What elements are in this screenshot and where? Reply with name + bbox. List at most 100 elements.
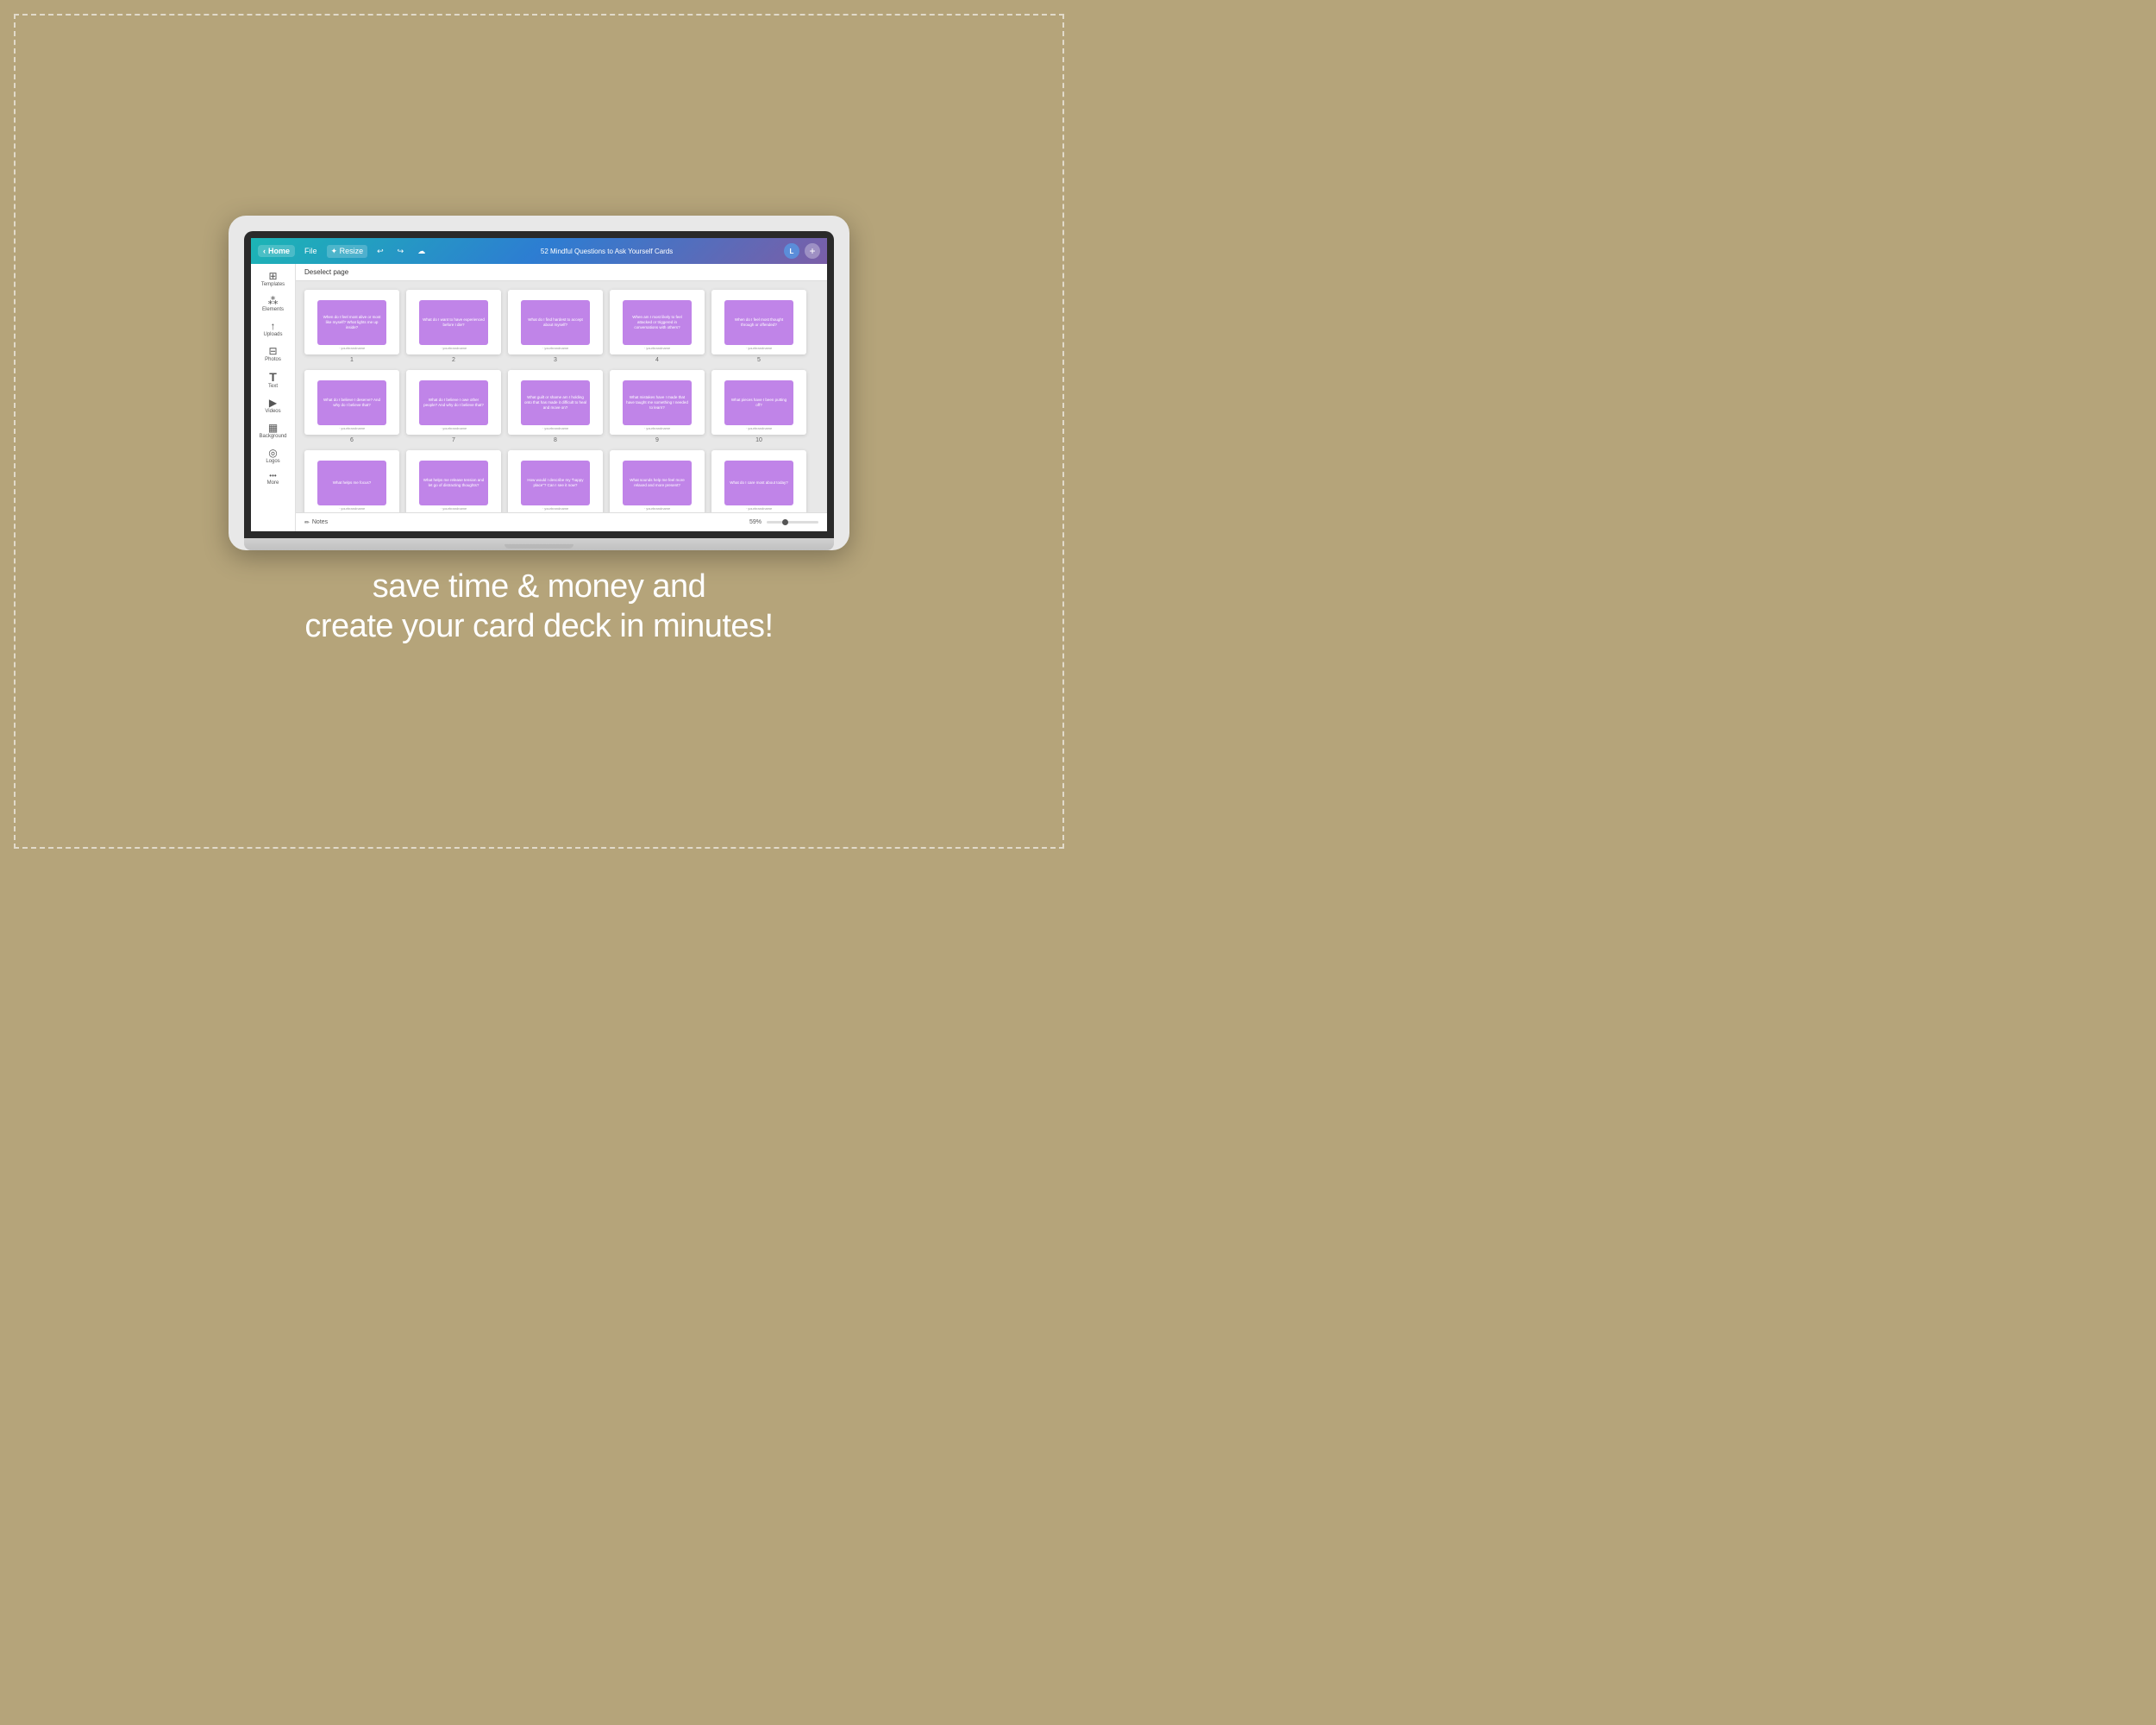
card-number: 10 [755, 437, 762, 443]
card-number: 1 [350, 357, 354, 363]
card-question: How would I describe my "happy place"? C… [524, 478, 586, 488]
card-thumbnail: What pieces have I been putting off? · yo… [711, 370, 806, 435]
file-button[interactable]: File [300, 245, 322, 257]
sidebar: ⊞ Templates ⁂ Elements ↑ Uploads ⊟ [251, 264, 296, 531]
card-number: 6 [350, 437, 354, 443]
card-row: When do I feel most alive or most like m… [304, 290, 818, 363]
card-inner: When do I feel most thought through or o… [724, 300, 793, 345]
templates-icon: ⊞ [268, 271, 277, 281]
notes-button[interactable]: ✏ Notes [304, 519, 328, 526]
sidebar-item-uploads[interactable]: ↑ Uploads [254, 317, 292, 341]
card-inner: What pieces have I been putting off? [724, 380, 793, 425]
card-thumbnail: What do I care most about today?· yourbr… [711, 450, 806, 512]
sidebar-item-videos[interactable]: ▶ Videos [254, 394, 292, 417]
sidebar-item-templates[interactable]: ⊞ Templates [254, 267, 292, 291]
card-number: 8 [554, 437, 557, 443]
card-number: 7 [452, 437, 455, 443]
card-item[interactable]: What mistakes have I made that have taug… [610, 370, 705, 443]
tagline-line2: create your card deck in minutes! [304, 607, 773, 647]
card-inner: How would I describe my "happy place"? C… [521, 461, 590, 505]
screen-bezel: ‹ Home File ✦ Resize ↩ ↪ ☁ 52 Mindful Qu… [244, 231, 834, 538]
card-row: What helps me focus?· yourbrandname11Wha… [304, 450, 818, 512]
card-question: What helps me focus? [333, 480, 372, 486]
card-inner: What do I find hardest to accept about m… [521, 300, 590, 345]
resize-button[interactable]: ✦ Resize [327, 245, 368, 258]
undo-button[interactable]: ↩ [373, 245, 388, 258]
text-icon: T [269, 371, 277, 383]
tagline-line1: save time & money and [304, 568, 773, 607]
deselect-bar[interactable]: Deselect page [296, 264, 827, 281]
card-item[interactable]: When am I most likely to feel attacked o… [610, 290, 705, 363]
card-inner: What helps me focus? [317, 461, 386, 505]
card-inner: What sounds help me feel more relaxed an… [623, 461, 692, 505]
card-item[interactable]: What do I want to have experienced befor… [406, 290, 501, 363]
back-icon: ‹ [263, 247, 266, 255]
logos-label: Logos [266, 459, 279, 464]
cards-grid: When do I feel most alive or most like m… [296, 281, 827, 512]
card-thumbnail: What guilt or shame am I holding onto th… [508, 370, 603, 435]
card-item[interactable]: What do I find hardest to accept about m… [508, 290, 603, 363]
card-item[interactable]: What guilt or shame am I holding onto th… [508, 370, 603, 443]
content-wrapper: ‹ Home File ✦ Resize ↩ ↪ ☁ 52 Mindful Qu… [229, 216, 849, 646]
card-item[interactable]: When do I feel most alive or most like m… [304, 290, 399, 363]
card-item[interactable]: What pieces have I been putting off? · yo… [711, 370, 806, 443]
videos-label: Videos [265, 409, 280, 414]
card-inner: What do I want to have experienced befor… [419, 300, 488, 345]
card-thumbnail: What do I believe I owe other people? An… [406, 370, 501, 435]
photos-label: Photos [265, 357, 281, 362]
laptop-notch [505, 544, 573, 549]
sidebar-item-more[interactable]: ••• More [254, 469, 292, 489]
card-brand: · yourbrandname [542, 506, 568, 511]
laptop: ‹ Home File ✦ Resize ↩ ↪ ☁ 52 Mindful Qu… [229, 216, 849, 550]
add-button[interactable]: + [805, 243, 820, 259]
card-question: What do I find hardest to accept about m… [524, 317, 586, 328]
card-item[interactable]: What helps me release tension and let go… [406, 450, 501, 512]
zoom-slider[interactable] [767, 521, 818, 524]
card-number: 2 [452, 357, 455, 363]
card-thumbnail: What helps me focus? · yourbrandname [304, 450, 399, 512]
uploads-label: Uploads [263, 332, 282, 337]
card-question: What pieces have I been putting off? [728, 398, 790, 408]
card-brand: · yourbrandname [542, 346, 568, 350]
background-label: Background [259, 434, 286, 439]
zoom-thumb [782, 519, 788, 525]
editor: ‹ Home File ✦ Resize ↩ ↪ ☁ 52 Mindful Qu… [251, 238, 827, 531]
card-brand: · yourbrandname [746, 426, 772, 430]
sidebar-item-elements[interactable]: ⁂ Elements [254, 292, 292, 316]
card-number: 9 [655, 437, 659, 443]
user-avatar[interactable]: L [784, 243, 799, 259]
document-title: 52 Mindful Questions to Ask Yourself Car… [541, 248, 673, 255]
card-brand: · yourbrandname [339, 506, 365, 511]
elements-icon: ⁂ [268, 296, 279, 306]
card-brand: · yourbrandname [644, 426, 670, 430]
videos-icon: ▶ [269, 398, 277, 408]
card-item[interactable]: When do I feel most thought through or o… [711, 290, 806, 363]
uploads-icon: ↑ [271, 321, 276, 331]
redo-button[interactable]: ↪ [393, 245, 409, 258]
card-item[interactable]: What sounds help me feel more relaxed an… [610, 450, 705, 512]
card-brand: · yourbrandname [339, 346, 365, 350]
card-item[interactable]: What do I believe I deserve? And why do … [304, 370, 399, 443]
card-item[interactable]: What helps me focus?· yourbrandname11 [304, 450, 399, 512]
card-thumbnail: When am I most likely to feel attacked o… [610, 290, 705, 354]
card-item[interactable]: What do I believe I owe other people? An… [406, 370, 501, 443]
card-item[interactable]: How would I describe my "happy place"? C… [508, 450, 603, 512]
card-brand: · yourbrandname [746, 506, 772, 511]
sidebar-item-background[interactable]: ▦ Background [254, 419, 292, 442]
sidebar-item-photos[interactable]: ⊟ Photos [254, 342, 292, 366]
logos-icon: ◎ [268, 448, 277, 458]
more-icon: ••• [269, 473, 276, 480]
home-button[interactable]: ‹ Home [258, 245, 295, 257]
toolbar: ‹ Home File ✦ Resize ↩ ↪ ☁ 52 Mindful Qu… [251, 238, 827, 264]
sidebar-item-text[interactable]: T Text [254, 367, 292, 392]
background-icon: ▦ [268, 423, 278, 433]
more-label: More [267, 480, 279, 486]
sidebar-item-logos[interactable]: ◎ Logos [254, 444, 292, 467]
templates-label: Templates [261, 282, 285, 287]
cloud-button[interactable]: ☁ [413, 245, 429, 258]
card-brand: · yourbrandname [441, 346, 467, 350]
card-question: When do I feel most thought through or o… [728, 317, 790, 328]
card-thumbnail: When do I feel most alive or most like m… [304, 290, 399, 354]
bottom-bar: ✏ Notes 59% [296, 512, 827, 531]
card-item[interactable]: What do I care most about today?· yourbr… [711, 450, 806, 512]
